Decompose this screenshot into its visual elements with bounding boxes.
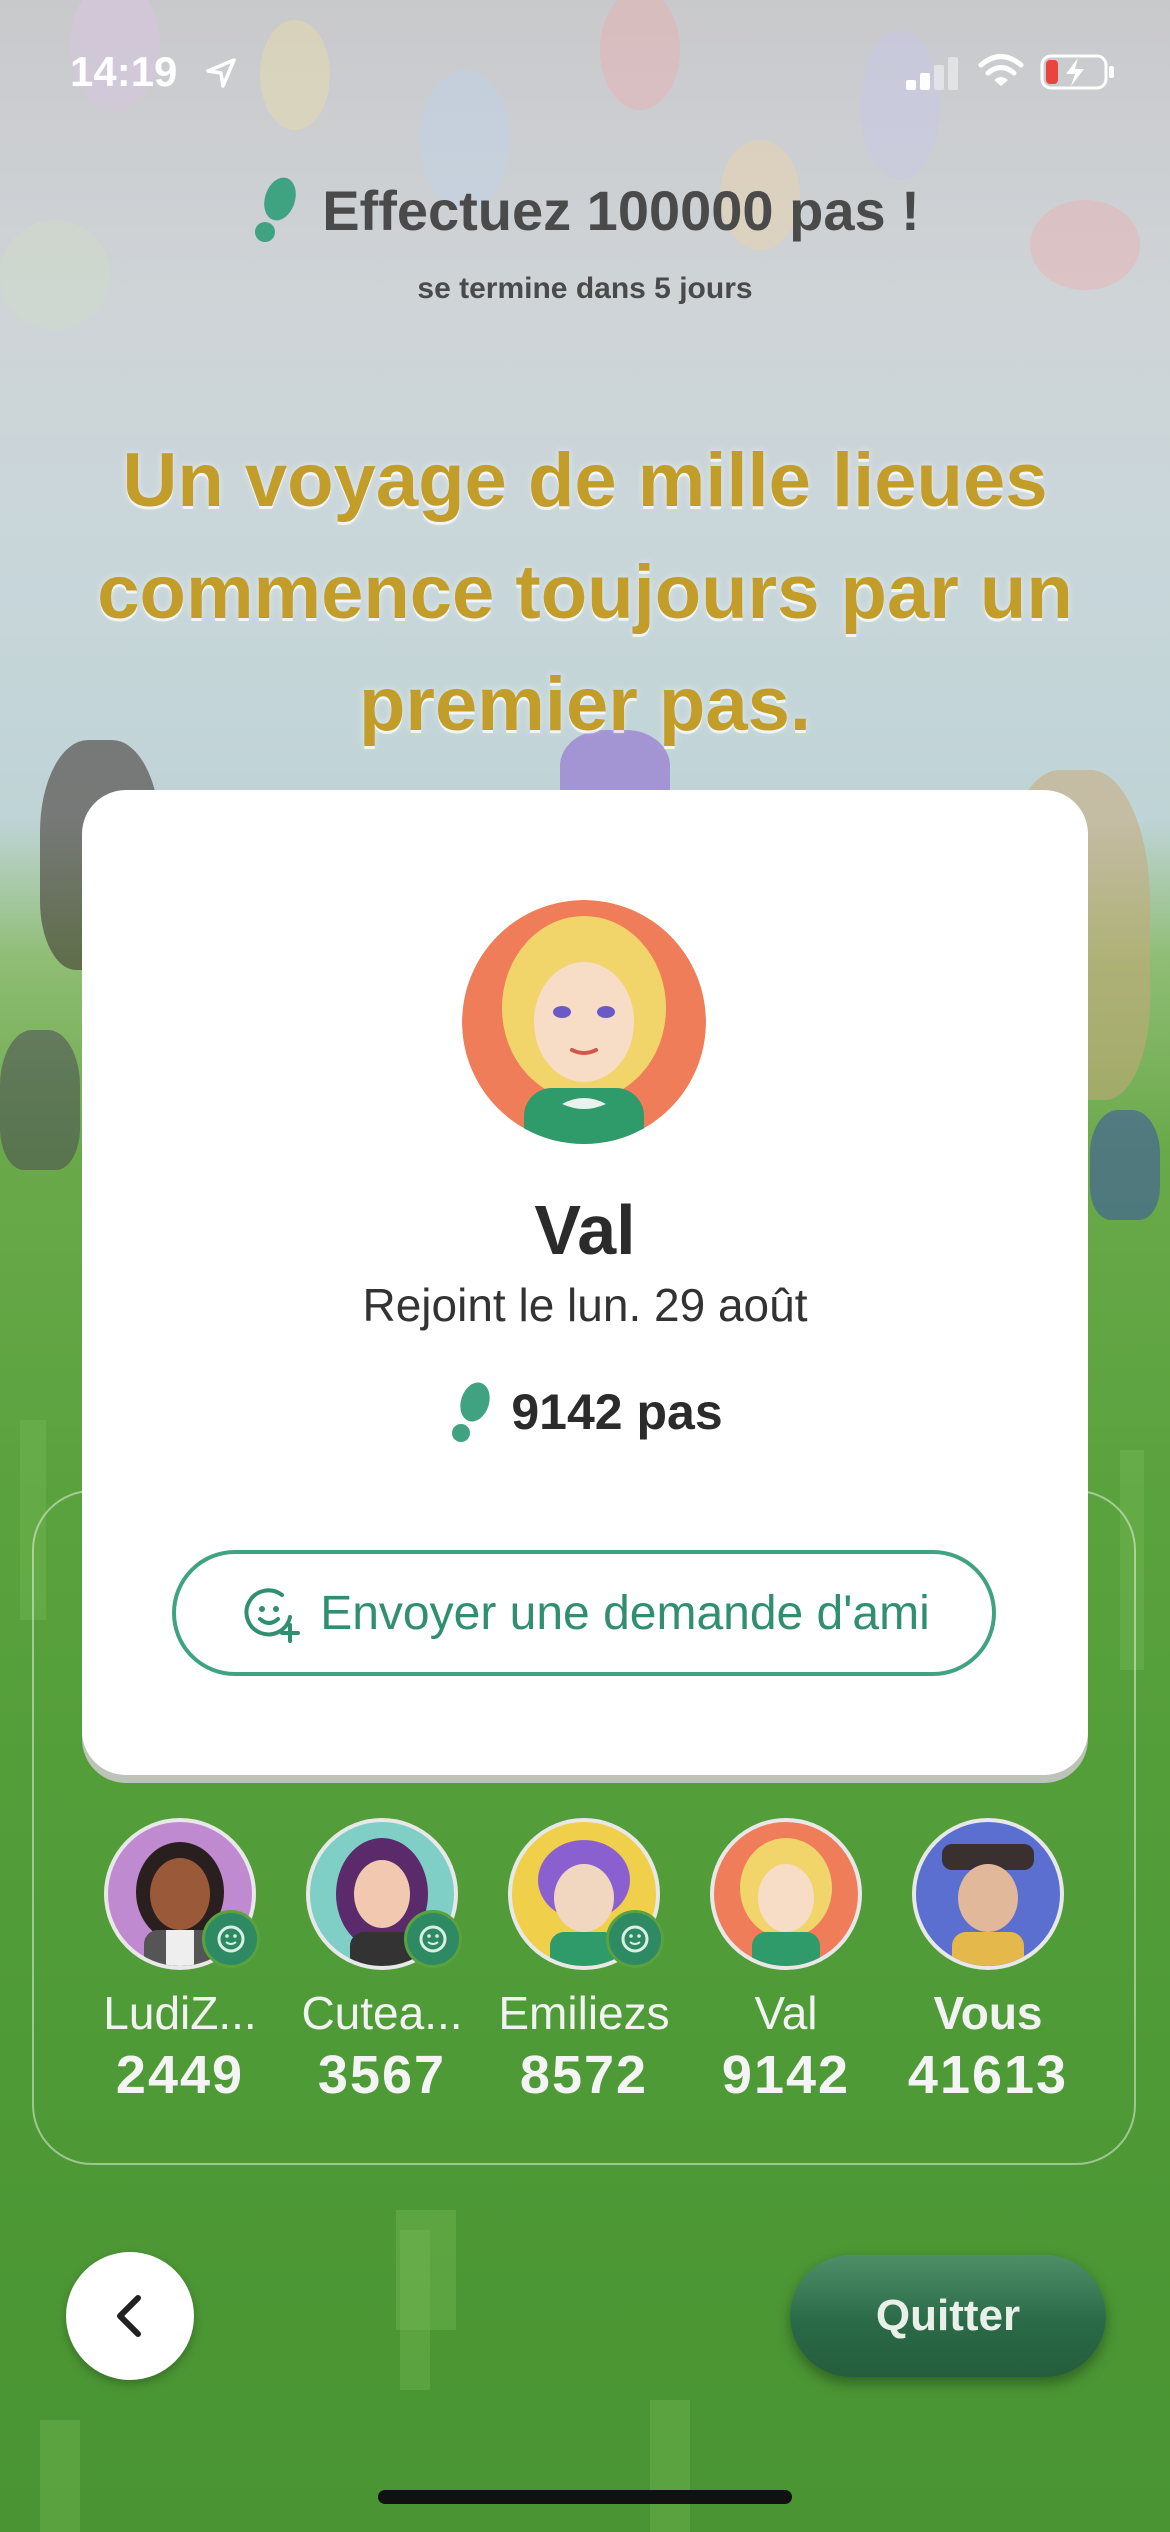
leaderboard-player[interactable]: LudiZ... 2449 — [90, 1818, 270, 2106]
profile-card: Val Rejoint le lun. 29 août 9142 pas Env… — [82, 790, 1088, 1775]
player-steps: 2449 — [115, 2045, 245, 2105]
player-name: LudiZ... — [103, 1987, 257, 2039]
grass-decoration — [396, 2210, 456, 2330]
profile-joined-date: Rejoint le lun. 29 août — [362, 1279, 808, 1331]
wifi-icon — [978, 54, 1024, 86]
background-character — [1090, 1110, 1160, 1220]
send-friend-request-button[interactable]: Envoyer une demande d'ami — [172, 1550, 996, 1676]
player-steps: 8572 — [519, 2045, 649, 2105]
send-friend-request-label: Envoyer une demande d'ami — [320, 1586, 930, 1640]
grass-decoration — [40, 2420, 80, 2532]
profile-steps: 9142 pas — [511, 1384, 723, 1440]
player-avatar — [912, 1818, 1064, 1970]
player-name: Emiliezs — [498, 1987, 670, 2039]
leaderboard-player[interactable]: Emiliezs 8572 — [494, 1818, 674, 2106]
add-friend-icon — [244, 1588, 301, 1643]
friend-badge-icon — [606, 1910, 664, 1968]
leaderboard-player[interactable]: Val 9142 — [696, 1818, 876, 2106]
chevron-left-icon — [117, 2295, 141, 2337]
player-steps: 9142 — [721, 2045, 851, 2105]
challenge-subtitle: se termine dans 5 jours — [417, 272, 753, 305]
background-character — [0, 1030, 80, 1170]
leaderboard-player-self[interactable]: Vous 41613 — [898, 1818, 1078, 2106]
friend-badge-icon — [404, 1910, 462, 1968]
player-name: Cutea... — [301, 1987, 463, 2039]
challenge-title: Effectuez 100000 pas ! — [322, 178, 920, 242]
status-bar: 14:19 — [0, 0, 1170, 140]
profile-avatar — [462, 900, 706, 1144]
profile-steps-row: 9142 pas — [82, 1380, 1088, 1444]
battery-charging-icon — [1040, 54, 1114, 90]
quit-label: Quitter — [875, 2291, 1021, 2340]
footprint-icon — [255, 177, 296, 242]
motivational-quote: Un voyage de mille lieues commence toujo… — [97, 438, 1073, 747]
player-name: Vous — [933, 1987, 1043, 2039]
profile-name: Val — [534, 1191, 636, 1269]
cellular-signal-icon — [906, 57, 958, 90]
friend-badge-icon — [202, 1910, 260, 1968]
back-button[interactable] — [66, 2252, 194, 2380]
status-time: 14:19 — [70, 48, 178, 95]
footprint-icon — [452, 1382, 491, 1442]
player-steps: 41613 — [907, 2045, 1069, 2105]
leaderboard-player[interactable]: Cutea... 3567 — [292, 1818, 472, 2106]
app-screen: 14:19 Effectuez 100000 pas ! se termine … — [0, 0, 1170, 2532]
challenge-header: Effectuez 100000 pas ! — [0, 165, 1170, 255]
quit-button[interactable]: Quitter — [790, 2255, 1106, 2377]
home-indicator[interactable] — [378, 2490, 792, 2504]
location-arrow-icon — [206, 58, 236, 88]
player-avatar — [710, 1818, 862, 1970]
player-steps: 3567 — [317, 2045, 447, 2105]
player-name: Val — [754, 1987, 818, 2039]
grass-decoration — [650, 2400, 690, 2532]
